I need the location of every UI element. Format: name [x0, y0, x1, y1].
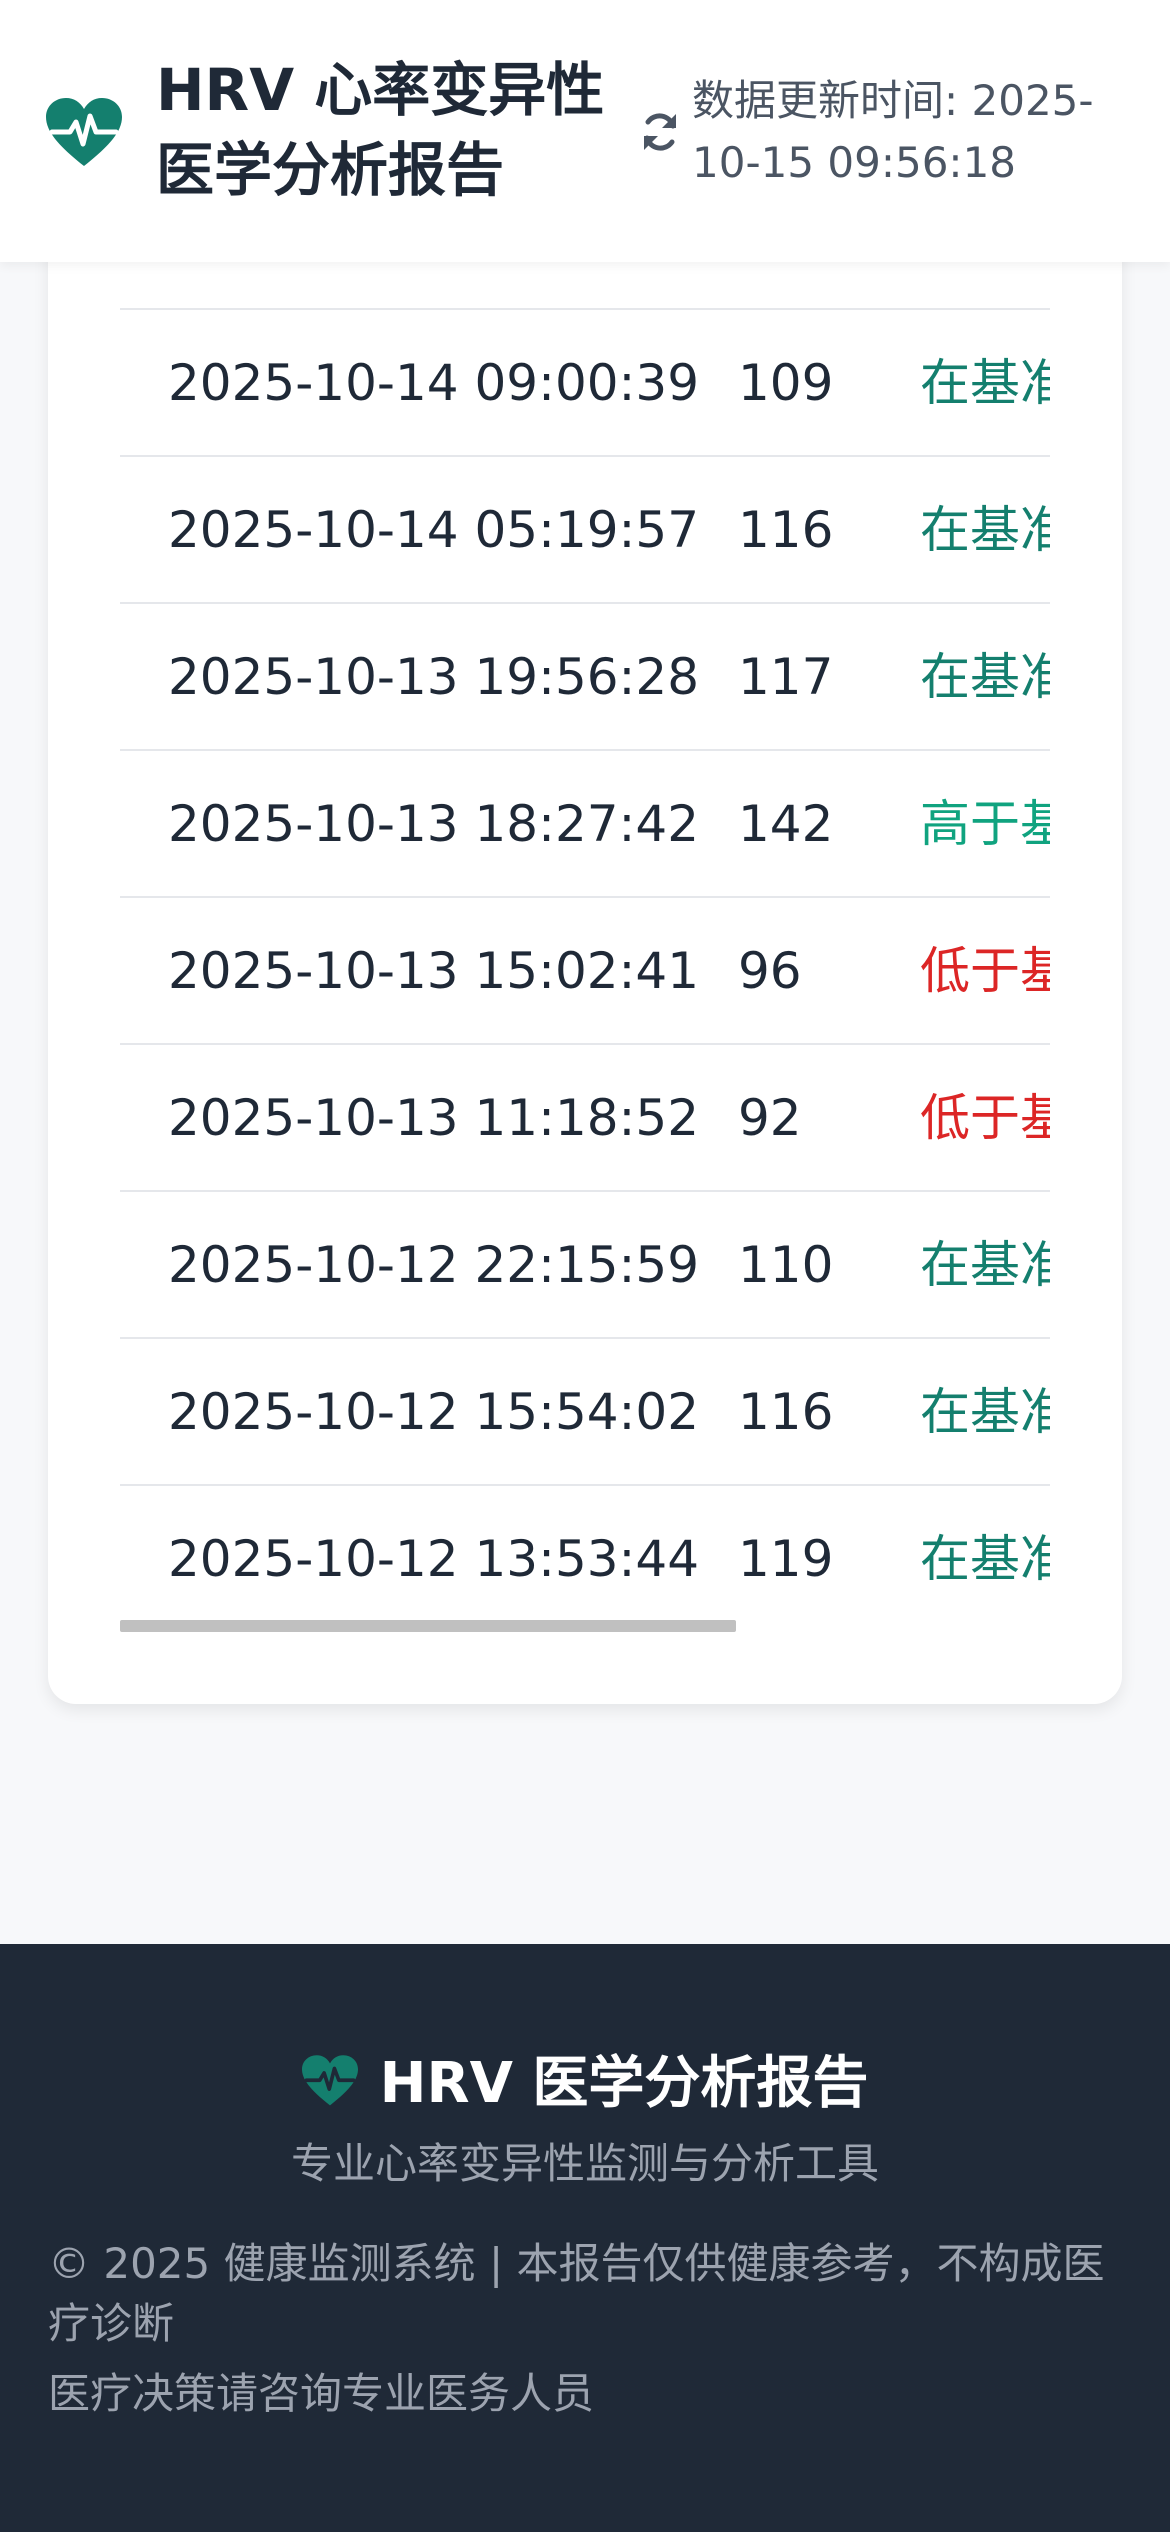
table-row: 2025-10-12 15:54:02 116 在基准: [120, 1337, 1050, 1484]
hrv-value: 119: [738, 1530, 834, 1588]
page-title: HRV 心率变异性医学分析报告: [156, 56, 605, 204]
status-label: 在基准: [920, 501, 1050, 559]
table-row: 2025-10-13 19:56:28 117 在基准: [120, 602, 1050, 749]
update-time: 数据更新时间: 2025-10-15 09:56:18: [692, 76, 1094, 187]
status-label: 在基准: [920, 354, 1050, 412]
status-label: 高于基: [920, 795, 1050, 853]
heart-pulse-icon: [46, 98, 122, 166]
status-label: 在基准: [920, 1383, 1050, 1441]
page-footer: HRV 医学分析报告 专业心率变异性监测与分析工具 © 2025 健康监测系统 …: [0, 1944, 1170, 2532]
status-label: 在基准: [920, 1530, 1050, 1588]
table-row: 2025-10-12 22:15:59 110 在基准: [120, 1190, 1050, 1337]
measurement-time: 2025-10-13 19:56:28: [168, 648, 700, 706]
table-row: 2025-10-14 09:00:39 109 在基准: [120, 308, 1050, 455]
hrv-value: 142: [738, 795, 834, 853]
measurement-time: 2025-10-14 05:19:57: [168, 501, 700, 559]
footer-copyright: © 2025 健康监测系统 | 本报告仅供健康参考，不构成医疗诊断: [48, 2239, 1105, 2348]
measurement-time: 2025-10-12 15:54:02: [168, 1383, 700, 1441]
refresh-icon[interactable]: [640, 110, 680, 154]
app-header: HRV 心率变异性医学分析报告 数据更新时间: 2025-10-15 09:56…: [0, 0, 1170, 262]
hrv-value: 116: [738, 501, 834, 559]
measurement-time: 2025-10-13 15:02:41: [168, 942, 700, 1000]
footer-subtitle: 专业心率变异性监测与分析工具: [290, 2139, 879, 2188]
measurement-time: 2025-10-14 09:00:39: [168, 354, 700, 412]
hrv-value: 96: [738, 942, 802, 1000]
measurement-time: 2025-10-12 22:15:59: [168, 1236, 700, 1294]
hrv-value: 110: [738, 1236, 834, 1294]
heart-pulse-icon: [301, 2055, 358, 2106]
horizontal-scrollbar[interactable]: [120, 1620, 736, 1632]
hrv-value: 109: [738, 354, 834, 412]
status-label: 在基准: [920, 648, 1050, 706]
table-row: 2025-10-13 11:18:52 92 低于基: [120, 1043, 1050, 1190]
hrv-records-card: 2025-10-14 09:00:39 109 在基准 2025-10-14 05:1…: [48, 200, 1122, 1704]
hrv-value: 116: [738, 1383, 834, 1441]
status-label: 在基准: [920, 1236, 1050, 1294]
measurement-time: 2025-10-13 18:27:42: [168, 795, 700, 853]
footer-brand-label: HRV 医学分析报告: [379, 2051, 869, 2116]
hrv-records-table[interactable]: 2025-10-14 09:00:39 109 在基准 2025-10-14 05:1…: [120, 308, 1050, 1644]
footer-note: 医疗决策请咨询专业医务人员: [48, 2369, 595, 2418]
table-row: 2025-10-12 13:53:44 119 在基准: [120, 1484, 1050, 1631]
measurement-time: 2025-10-13 11:18:52: [168, 1089, 700, 1147]
table-row: 2025-10-14 05:19:57 116 在基准: [120, 455, 1050, 602]
measurement-time: 2025-10-12 13:53:44: [168, 1530, 700, 1588]
table-row: 2025-10-13 15:02:41 96 低于基: [120, 896, 1050, 1043]
hrv-value: 117: [738, 648, 834, 706]
status-label: 低于基: [920, 942, 1050, 1000]
status-label: 低于基: [920, 1089, 1050, 1147]
table-row: 2025-10-13 18:27:42 142 高于基: [120, 749, 1050, 896]
hrv-value: 92: [738, 1089, 802, 1147]
footer-brand: HRV 医学分析报告: [0, 2044, 1170, 2124]
